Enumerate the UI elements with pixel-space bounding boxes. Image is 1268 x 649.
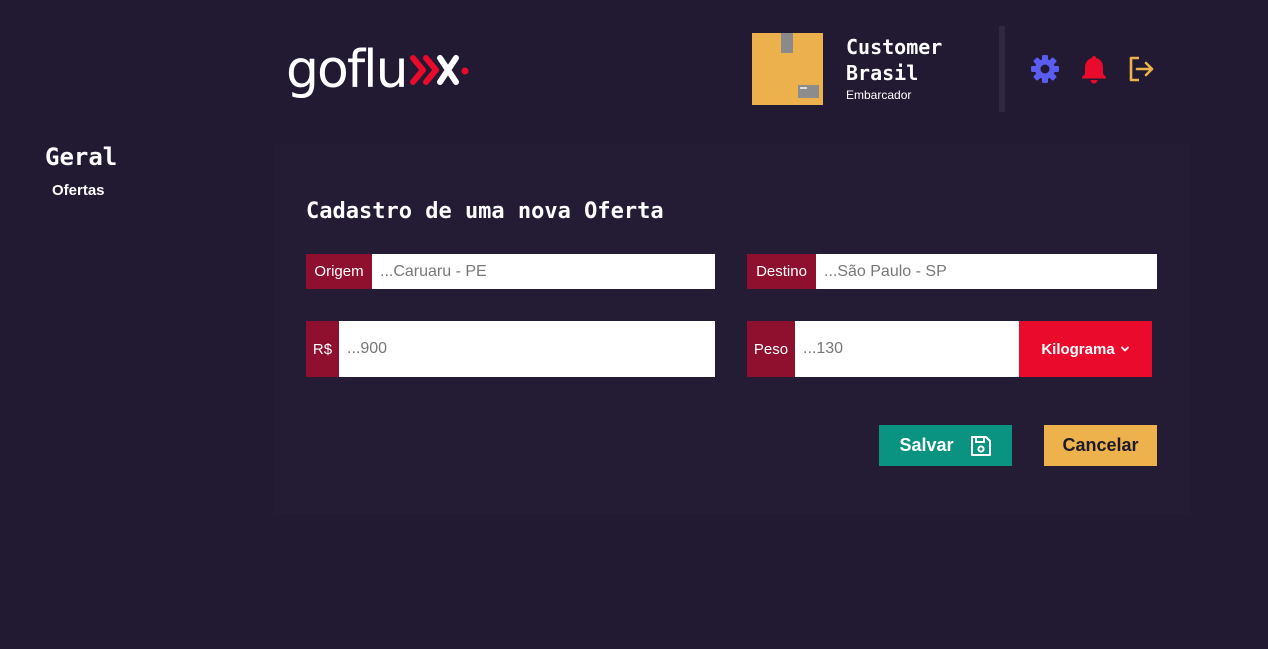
save-button-label: Salvar [899,435,954,455]
currency-label: R$ [306,321,339,377]
origem-label: Origem [306,254,372,289]
bell-icon[interactable] [1079,54,1109,84]
unit-selected-label: Kilograma [1041,340,1115,358]
peso-field-group: Peso [747,321,1019,377]
user-profile[interactable]: Customer Brasil Embarcador [752,33,956,105]
chevron-down-icon [1120,346,1129,352]
save-button[interactable]: Salvar [879,425,1012,466]
origem-field-group: Origem [306,254,715,289]
profile-name: Customer Brasil [846,35,943,85]
gear-icon[interactable] [1030,54,1060,84]
package-box-icon [752,33,823,105]
sidebar-item-ofertas[interactable]: Ofertas [52,182,105,199]
peso-label: Peso [747,321,795,377]
logo-text: goflu [286,40,409,100]
preco-field-group: R$ [306,321,715,377]
destino-input[interactable] [816,254,1157,289]
peso-input[interactable] [795,321,1019,377]
logout-icon[interactable] [1126,54,1156,84]
cancel-button[interactable]: Cancelar [1044,425,1157,466]
profile-role: Embarcador [846,88,912,102]
logo-chevrons-icon [409,55,469,85]
floppy-disk-icon [970,435,991,456]
sidebar-title: Geral [45,143,118,171]
destino-label: Destino [747,254,816,289]
destino-field-group: Destino [747,254,1157,289]
header-divider [999,26,1005,112]
gofluxx-logo[interactable]: goflu [286,38,471,102]
preco-input[interactable] [339,321,715,377]
origem-input[interactable] [372,254,715,289]
page-title: Cadastro de uma nova Oferta [306,199,664,224]
unit-dropdown[interactable]: Kilograma [1019,321,1152,377]
